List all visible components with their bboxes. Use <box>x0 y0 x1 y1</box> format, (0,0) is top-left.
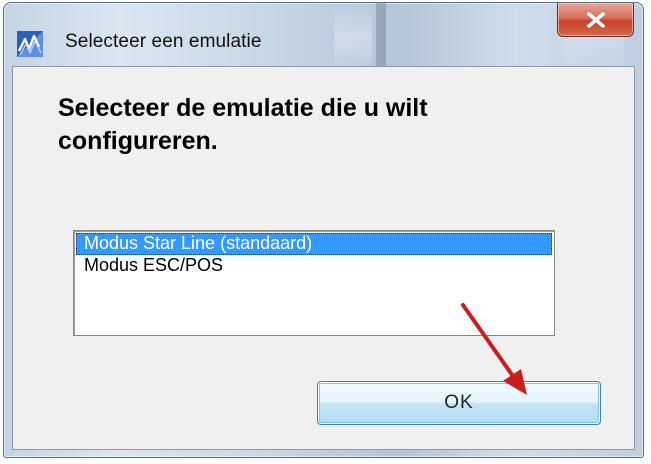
close-icon <box>585 11 607 29</box>
emulation-listbox[interactable]: Modus Star Line (standaard) Modus ESC/POS <box>73 230 555 336</box>
close-button[interactable] <box>557 3 634 37</box>
dialog-client-area: Selecteer de emulatie die u wilt configu… <box>12 66 635 450</box>
dialog-window: Selecteer een emulatie Selecteer de emul… <box>3 2 644 458</box>
emulation-list-item[interactable]: Modus Star Line (standaard) <box>76 233 552 255</box>
screenshot-stage: Selecteer een emulatie Selecteer de emul… <box>0 0 651 464</box>
emulation-list-item[interactable]: Modus ESC/POS <box>76 255 552 277</box>
ok-button[interactable]: OK <box>317 381 601 425</box>
title-bar[interactable]: Selecteer een emulatie <box>4 3 643 65</box>
app-icon <box>17 31 43 57</box>
window-title: Selecteer een emulatie <box>65 31 262 52</box>
dialog-prompt: Selecteer de emulatie die u wilt configu… <box>58 94 428 155</box>
